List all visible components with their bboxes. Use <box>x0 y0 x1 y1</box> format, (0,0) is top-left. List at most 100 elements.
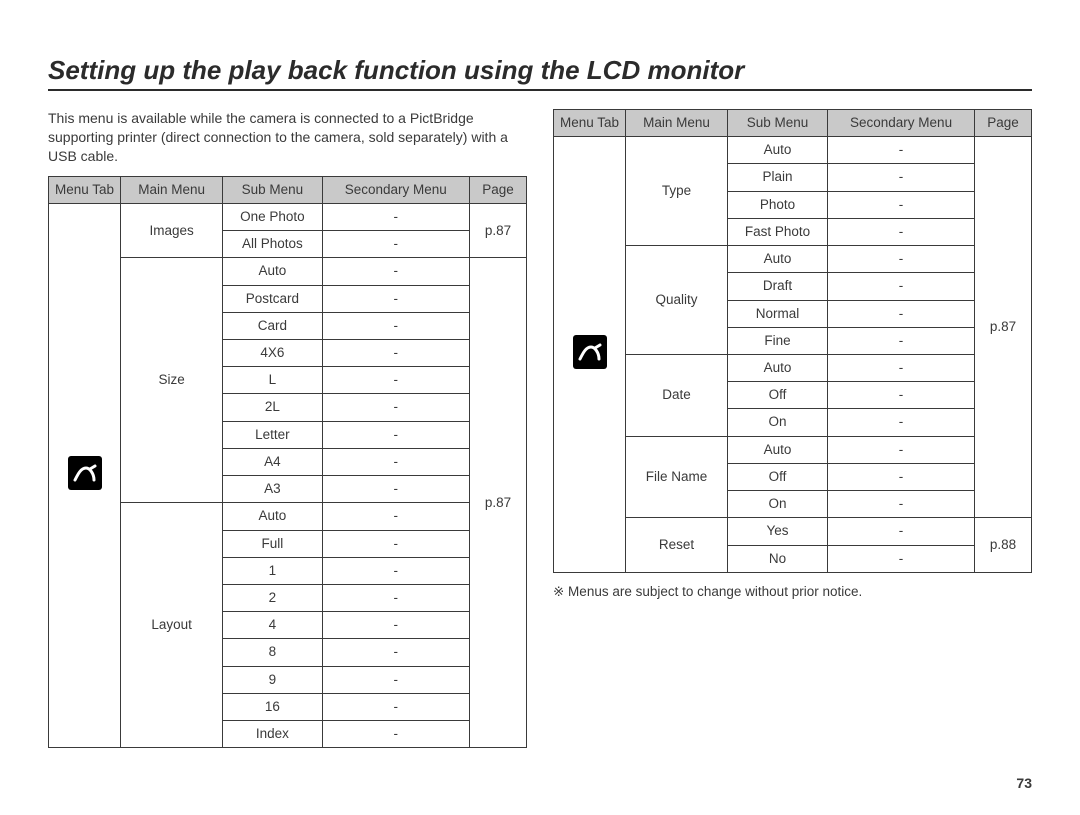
sec: - <box>322 339 469 366</box>
mainmenu-quality: Quality <box>626 246 728 355</box>
sec: - <box>322 639 469 666</box>
mainmenu-date: Date <box>626 354 728 436</box>
sec: - <box>322 557 469 584</box>
page-reset: p.88 <box>975 518 1032 572</box>
sec: - <box>322 312 469 339</box>
mainmenu-filename: File Name <box>626 436 728 518</box>
pictbridge-icon <box>68 456 102 490</box>
sub: Auto <box>728 436 828 463</box>
sub: Index <box>223 721 322 748</box>
sec: - <box>828 463 975 490</box>
sub: All Photos <box>223 231 322 258</box>
sec: - <box>322 503 469 530</box>
left-column: This menu is available while the camera … <box>48 109 527 748</box>
sec: - <box>828 164 975 191</box>
sec: - <box>322 448 469 475</box>
sub: 2 <box>223 584 322 611</box>
sub: Card <box>223 312 322 339</box>
sec: - <box>828 246 975 273</box>
sec: - <box>828 218 975 245</box>
sec: - <box>828 300 975 327</box>
th-secmenu: Secondary Menu <box>322 176 469 203</box>
sub: Yes <box>728 518 828 545</box>
th-submenu: Sub Menu <box>223 176 322 203</box>
mainmenu-type: Type <box>626 137 728 246</box>
th-page: Page <box>975 110 1032 137</box>
sub: A4 <box>223 448 322 475</box>
sub: 1 <box>223 557 322 584</box>
page-number: 73 <box>1016 775 1032 791</box>
intro-text: This menu is available while the camera … <box>48 109 527 166</box>
page-type-etc: p.87 <box>975 137 1032 518</box>
th-secmenu: Secondary Menu <box>828 110 975 137</box>
sec: - <box>828 191 975 218</box>
sec: - <box>828 545 975 572</box>
sub: No <box>728 545 828 572</box>
sub: Auto <box>728 246 828 273</box>
sub: 4X6 <box>223 339 322 366</box>
th-menutab: Menu Tab <box>49 176 121 203</box>
sec: - <box>828 382 975 409</box>
sec: - <box>322 367 469 394</box>
sub: 8 <box>223 639 322 666</box>
sec: - <box>322 476 469 503</box>
sub: Fine <box>728 327 828 354</box>
sec: - <box>322 258 469 285</box>
sec: - <box>828 327 975 354</box>
sub: A3 <box>223 476 322 503</box>
menutab-icon-cell <box>49 203 121 747</box>
sec: - <box>828 137 975 164</box>
sub: Off <box>728 382 828 409</box>
sub: L <box>223 367 322 394</box>
mainmenu-size: Size <box>121 258 223 503</box>
mainmenu-reset: Reset <box>626 518 728 572</box>
th-submenu: Sub Menu <box>728 110 828 137</box>
sec: - <box>322 612 469 639</box>
left-menu-table: Menu Tab Main Menu Sub Menu Secondary Me… <box>48 176 527 749</box>
sub: Auto <box>223 258 322 285</box>
page-title: Setting up the play back function using … <box>48 55 1032 91</box>
right-column: Menu Tab Main Menu Sub Menu Secondary Me… <box>553 109 1032 748</box>
sub: One Photo <box>223 203 322 230</box>
sec: - <box>322 530 469 557</box>
th-page: Page <box>469 176 526 203</box>
sub: Auto <box>728 137 828 164</box>
sec: - <box>828 518 975 545</box>
sub: Letter <box>223 421 322 448</box>
sec: - <box>828 354 975 381</box>
sec: - <box>322 285 469 312</box>
sub: Photo <box>728 191 828 218</box>
sub: On <box>728 491 828 518</box>
sub: 16 <box>223 693 322 720</box>
sub: Full <box>223 530 322 557</box>
sec: - <box>322 721 469 748</box>
menutab-icon-cell <box>554 137 626 573</box>
sec: - <box>322 584 469 611</box>
sub: Fast Photo <box>728 218 828 245</box>
sub: Normal <box>728 300 828 327</box>
footnote: ※ Menus are subject to change without pr… <box>553 583 1032 601</box>
sub: 9 <box>223 666 322 693</box>
sub: Off <box>728 463 828 490</box>
sec: - <box>322 231 469 258</box>
sec: - <box>828 273 975 300</box>
sec: - <box>828 491 975 518</box>
sec: - <box>322 203 469 230</box>
sec: - <box>322 421 469 448</box>
page-images: p.87 <box>469 203 526 257</box>
mainmenu-layout: Layout <box>121 503 223 748</box>
sub: Draft <box>728 273 828 300</box>
sec: - <box>322 394 469 421</box>
sec: - <box>828 436 975 463</box>
sec: - <box>828 409 975 436</box>
sec: - <box>322 666 469 693</box>
sub: Auto <box>728 354 828 381</box>
right-menu-table: Menu Tab Main Menu Sub Menu Secondary Me… <box>553 109 1032 573</box>
th-menutab: Menu Tab <box>554 110 626 137</box>
sub: Auto <box>223 503 322 530</box>
sub: Postcard <box>223 285 322 312</box>
th-mainmenu: Main Menu <box>121 176 223 203</box>
sub: 4 <box>223 612 322 639</box>
page-size-layout: p.87 <box>469 258 526 748</box>
mainmenu-images: Images <box>121 203 223 257</box>
